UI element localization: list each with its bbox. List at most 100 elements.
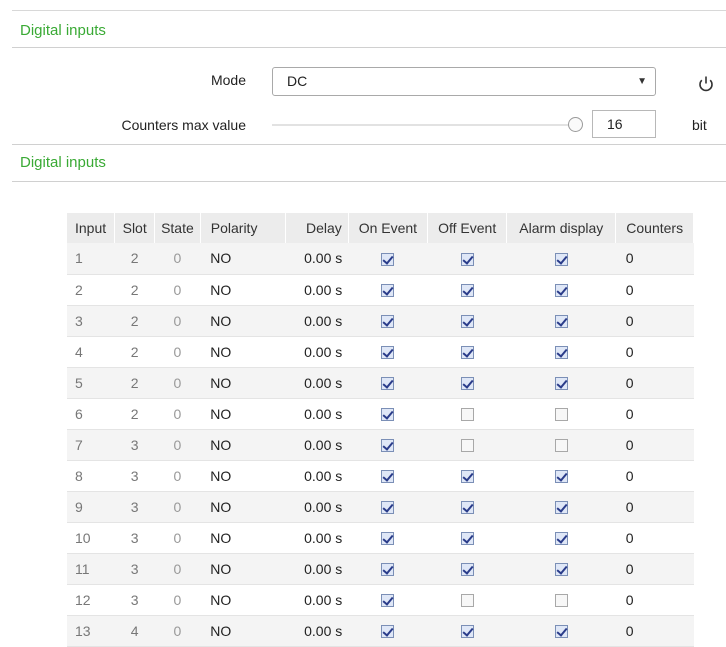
cell-delay: 0.00 s — [285, 460, 349, 492]
cell-state: 0 — [154, 429, 201, 461]
table-cell — [348, 305, 428, 337]
column-header-counters[interactable]: Counters — [615, 213, 694, 243]
on-event-checkbox[interactable] — [381, 470, 395, 484]
table-cell — [506, 460, 616, 492]
on-event-checkbox[interactable] — [381, 563, 395, 577]
cell-counters: 0 — [615, 398, 694, 430]
off-event-checkbox[interactable] — [460, 470, 474, 484]
table-cell — [427, 398, 507, 430]
cell-slot: 3 — [114, 429, 155, 461]
cell-counters: 0 — [615, 336, 694, 368]
on-event-checkbox[interactable] — [381, 377, 395, 391]
table-cell — [348, 615, 428, 647]
alarm-display-checkbox[interactable] — [554, 408, 568, 422]
off-event-checkbox[interactable] — [460, 253, 474, 267]
on-event-checkbox[interactable] — [381, 315, 395, 329]
counters-slider-track[interactable] — [272, 124, 576, 126]
table-cell — [506, 398, 616, 430]
table-cell — [427, 336, 507, 368]
table-row: 12 3 0 NO 0.00 s0 — [67, 584, 694, 616]
chevron-down-icon: ▼ — [637, 76, 647, 87]
cell-delay: 0.00 s — [285, 336, 349, 368]
off-event-checkbox[interactable] — [460, 284, 474, 298]
cell-slot: 3 — [114, 584, 155, 616]
alarm-display-checkbox[interactable] — [554, 563, 568, 577]
column-header-alarm-display[interactable]: Alarm display — [506, 213, 617, 243]
cell-counters: 0 — [615, 584, 694, 616]
cell-input: 9 — [67, 491, 115, 523]
table-row: 8 3 0 NO 0.00 s0 — [67, 460, 694, 492]
table-row: 4 2 0 NO 0.00 s0 — [67, 336, 694, 368]
off-event-checkbox[interactable] — [460, 501, 474, 515]
mode-select[interactable]: DC ▼ — [272, 67, 656, 96]
table-cell — [506, 584, 616, 616]
alarm-display-checkbox[interactable] — [554, 315, 568, 329]
cell-state: 0 — [154, 274, 201, 306]
cell-counters: 0 — [615, 305, 694, 337]
column-header-slot[interactable]: Slot — [114, 213, 156, 243]
cell-state: 0 — [154, 491, 201, 523]
cell-slot: 2 — [114, 367, 155, 399]
cell-counters: 0 — [615, 553, 694, 585]
alarm-display-checkbox[interactable] — [554, 253, 568, 267]
table-cell — [348, 522, 428, 554]
column-header-delay[interactable]: Delay — [285, 213, 349, 243]
alarm-display-checkbox[interactable] — [554, 594, 568, 608]
table-cell — [348, 336, 428, 368]
cell-delay: 0.00 s — [285, 398, 349, 430]
off-event-checkbox[interactable] — [460, 315, 474, 329]
cell-input: 10 — [67, 522, 115, 554]
off-event-checkbox[interactable] — [460, 625, 474, 639]
off-event-checkbox[interactable] — [460, 532, 474, 546]
cell-polarity: NO — [200, 584, 286, 616]
cell-state: 0 — [154, 615, 201, 647]
on-event-checkbox[interactable] — [381, 594, 395, 608]
on-event-checkbox[interactable] — [381, 408, 395, 422]
cell-polarity: NO — [200, 336, 286, 368]
power-icon[interactable] — [696, 74, 716, 94]
top-divider — [12, 10, 726, 11]
alarm-display-checkbox[interactable] — [554, 284, 568, 298]
column-header-on-event[interactable]: On Event — [348, 213, 429, 243]
cell-delay: 0.00 s — [285, 305, 349, 337]
alarm-display-checkbox[interactable] — [554, 346, 568, 360]
alarm-display-checkbox[interactable] — [554, 532, 568, 546]
alarm-display-checkbox[interactable] — [554, 625, 568, 639]
on-event-checkbox[interactable] — [381, 532, 395, 546]
column-header-off-event[interactable]: Off Event — [427, 213, 508, 243]
off-event-checkbox[interactable] — [460, 346, 474, 360]
cell-slot: 2 — [114, 336, 155, 368]
on-event-checkbox[interactable] — [381, 346, 395, 360]
cell-state: 0 — [154, 584, 201, 616]
alarm-display-checkbox[interactable] — [554, 439, 568, 453]
cell-state: 0 — [154, 522, 201, 554]
column-header-polarity[interactable]: Polarity — [200, 213, 286, 243]
on-event-checkbox[interactable] — [381, 501, 395, 515]
off-event-checkbox[interactable] — [460, 377, 474, 391]
column-header-input[interactable]: Input — [67, 213, 116, 243]
on-event-checkbox[interactable] — [381, 253, 395, 267]
cell-delay: 0.00 s — [285, 615, 349, 647]
alarm-display-checkbox[interactable] — [554, 470, 568, 484]
off-event-checkbox[interactable] — [460, 408, 474, 422]
on-event-checkbox[interactable] — [381, 625, 395, 639]
table-cell — [506, 553, 616, 585]
alarm-display-checkbox[interactable] — [554, 501, 568, 515]
on-event-checkbox[interactable] — [381, 439, 395, 453]
column-header-state[interactable]: State — [154, 213, 201, 243]
cell-input: 7 — [67, 429, 115, 461]
off-event-checkbox[interactable] — [460, 563, 474, 577]
on-event-checkbox[interactable] — [381, 284, 395, 298]
counters-max-input[interactable]: 16 — [592, 110, 656, 138]
cell-counters: 0 — [615, 522, 694, 554]
cell-input: 3 — [67, 305, 115, 337]
alarm-display-checkbox[interactable] — [554, 377, 568, 391]
off-event-checkbox[interactable] — [460, 439, 474, 453]
counters-slider-handle[interactable] — [568, 117, 583, 132]
cell-polarity: NO — [200, 460, 286, 492]
table-row: 7 3 0 NO 0.00 s0 — [67, 429, 694, 461]
cell-delay: 0.00 s — [285, 274, 349, 306]
cell-slot: 2 — [114, 305, 155, 337]
off-event-checkbox[interactable] — [460, 594, 474, 608]
table-cell — [348, 491, 428, 523]
